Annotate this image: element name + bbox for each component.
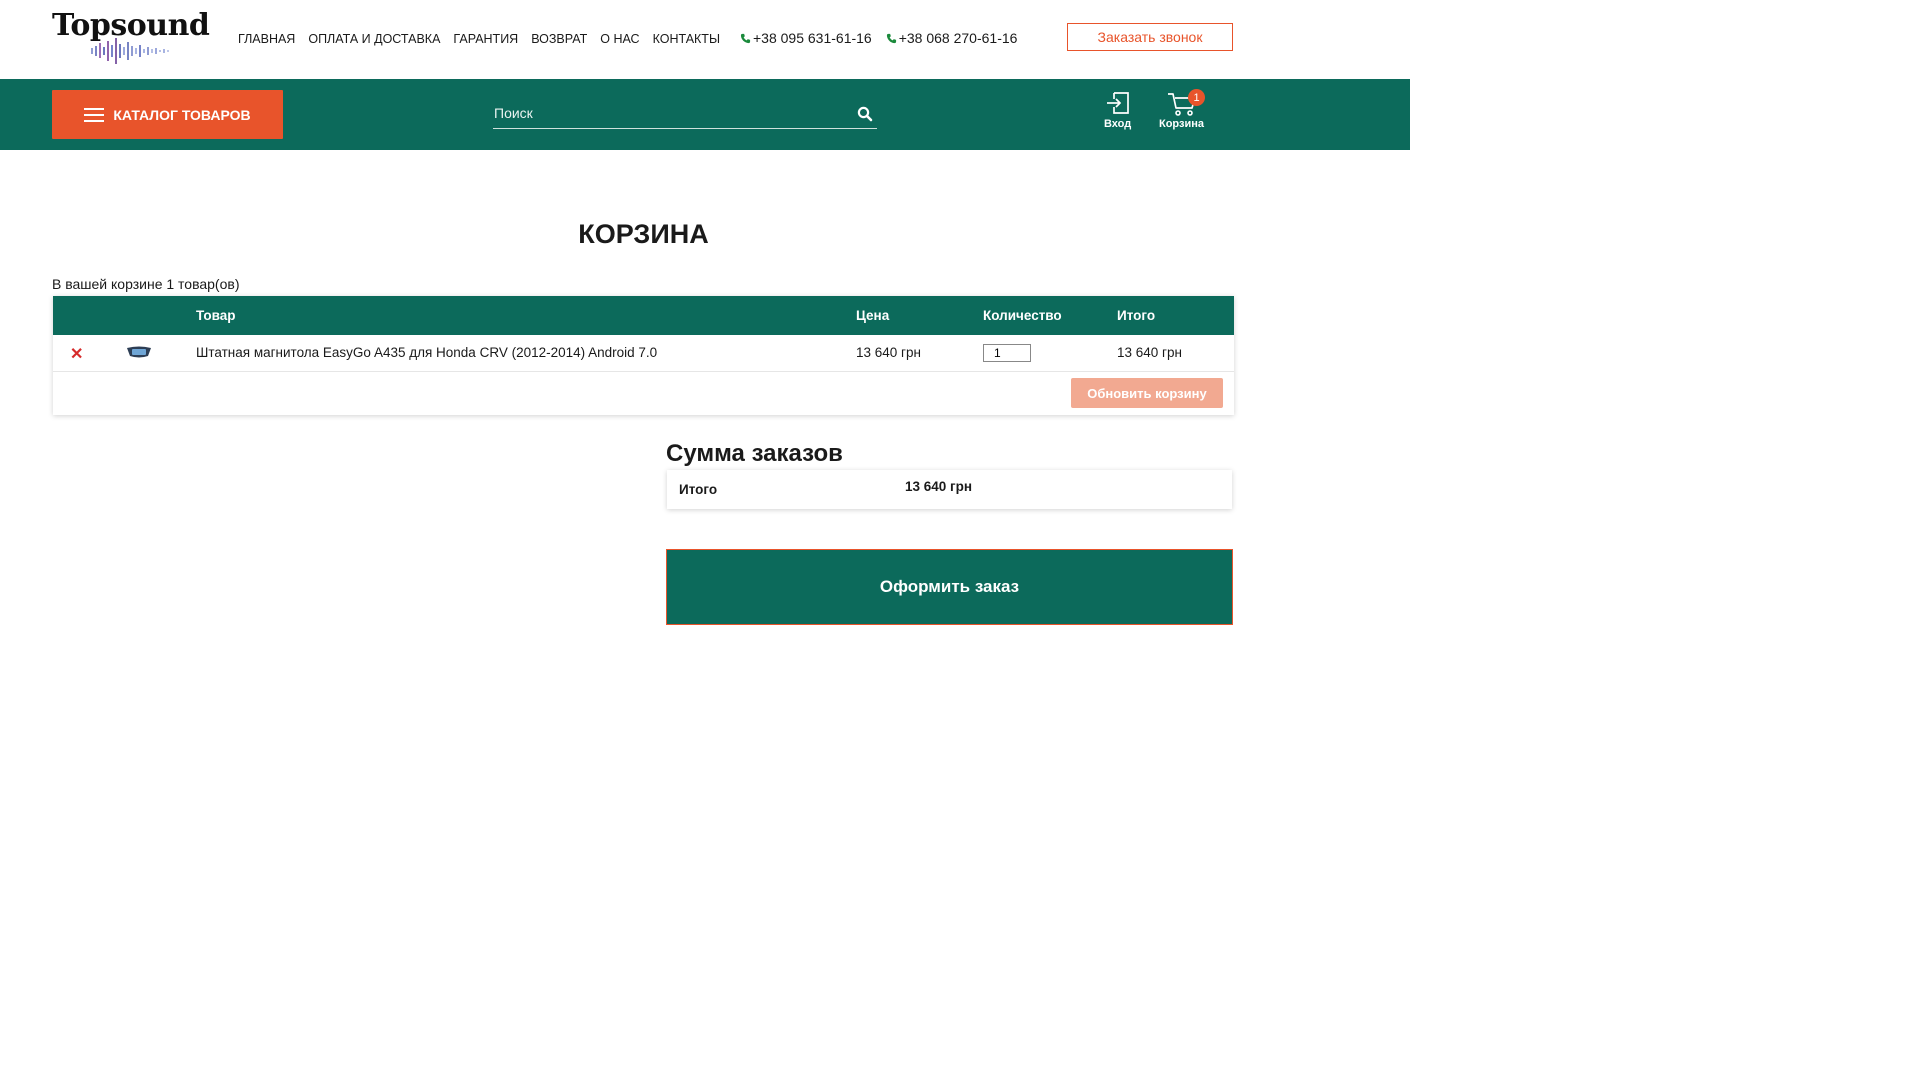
nav-returns[interactable]: ВОЗВРАТ [531, 32, 587, 46]
cart-link[interactable]: 1 Корзина [1159, 89, 1205, 130]
header-total: Итого [1117, 308, 1156, 323]
search-icon[interactable] [857, 106, 873, 122]
summary-total-value: 13 640 грн [905, 479, 973, 494]
catalog-label: КАТАЛОГ ТОВАРОВ [113, 106, 251, 123]
catalog-button[interactable]: КАТАЛОГ ТОВАРОВ [52, 90, 283, 139]
callback-button[interactable]: Заказать звонок [1067, 23, 1233, 51]
search-bar [493, 100, 877, 129]
login-label: Вход [1104, 118, 1132, 130]
cart-table: Товар Цена Количество Итого ✕ Штатная ма… [53, 296, 1234, 415]
phone-1-number: +38 095 631-61-16 [753, 30, 872, 46]
order-summary-title: Сумма заказов [666, 440, 843, 467]
cart-label: Корзина [1159, 118, 1204, 130]
phone-list: +38 095 631-61-16 +38 068 270-61-16 [740, 30, 1017, 46]
table-row: ✕ Штатная магнитола EasyGo A435 для Hond… [53, 335, 1234, 372]
summary-total-label: Итого [679, 482, 718, 497]
cart-table-footer: Обновить корзину [53, 372, 1234, 415]
phone-2[interactable]: +38 068 270-61-16 [886, 30, 1018, 46]
menu-icon [84, 107, 105, 122]
login-link[interactable]: Вход [1104, 91, 1131, 130]
nav-about[interactable]: О НАС [600, 32, 639, 46]
order-summary-box: Итого 13 640 грн [667, 470, 1232, 509]
nav-warranty[interactable]: ГАРАНТИЯ [453, 32, 518, 46]
site-logo[interactable]: Topsound [52, 8, 210, 64]
nav-home[interactable]: ГЛАВНАЯ [238, 32, 295, 46]
page-title: КОРЗИНА [578, 219, 709, 250]
product-name[interactable]: Штатная магнитола EasyGo A435 для Honda … [196, 345, 657, 360]
phone-2-number: +38 068 270-61-16 [898, 30, 1018, 46]
header-price: Цена [856, 308, 890, 323]
remove-item-icon[interactable]: ✕ [70, 344, 83, 364]
sound-wave-icon [91, 38, 169, 64]
checkout-button[interactable]: Оформить заказ [666, 549, 1233, 625]
header-quantity: Количество [983, 308, 1062, 323]
main-nav: ГЛАВНАЯ ОПЛАТА И ДОСТАВКА ГАРАНТИЯ ВОЗВР… [238, 32, 720, 46]
header-product: Товар [196, 308, 236, 323]
quantity-input[interactable] [983, 344, 1031, 362]
nav-payment-delivery[interactable]: ОПЛАТА И ДОСТАВКА [308, 32, 440, 46]
login-icon [1106, 92, 1129, 114]
product-thumbnail[interactable] [126, 345, 152, 359]
product-total: 13 640 грн [1117, 345, 1182, 360]
cart-count-badge: 1 [1188, 89, 1205, 106]
nav-contacts[interactable]: КОНТАКТЫ [653, 32, 720, 46]
cart-count-note: В вашей корзине 1 товар(ов) [52, 276, 240, 292]
phone-icon [886, 33, 896, 43]
phone-1[interactable]: +38 095 631-61-16 [740, 30, 872, 46]
top-header: Topsound ГЛАВНАЯ ОПЛАТА И ДОСТАВКА ГАРАН… [0, 0, 1410, 79]
main-toolbar: КАТАЛОГ ТОВАРОВ Вход 1 Корзина [0, 79, 1410, 150]
search-input[interactable] [493, 100, 835, 126]
update-cart-button[interactable]: Обновить корзину [1071, 378, 1223, 408]
phone-icon [740, 33, 751, 43]
cart-table-header: Товар Цена Количество Итого [53, 296, 1234, 335]
product-price: 13 640 грн [856, 345, 921, 360]
